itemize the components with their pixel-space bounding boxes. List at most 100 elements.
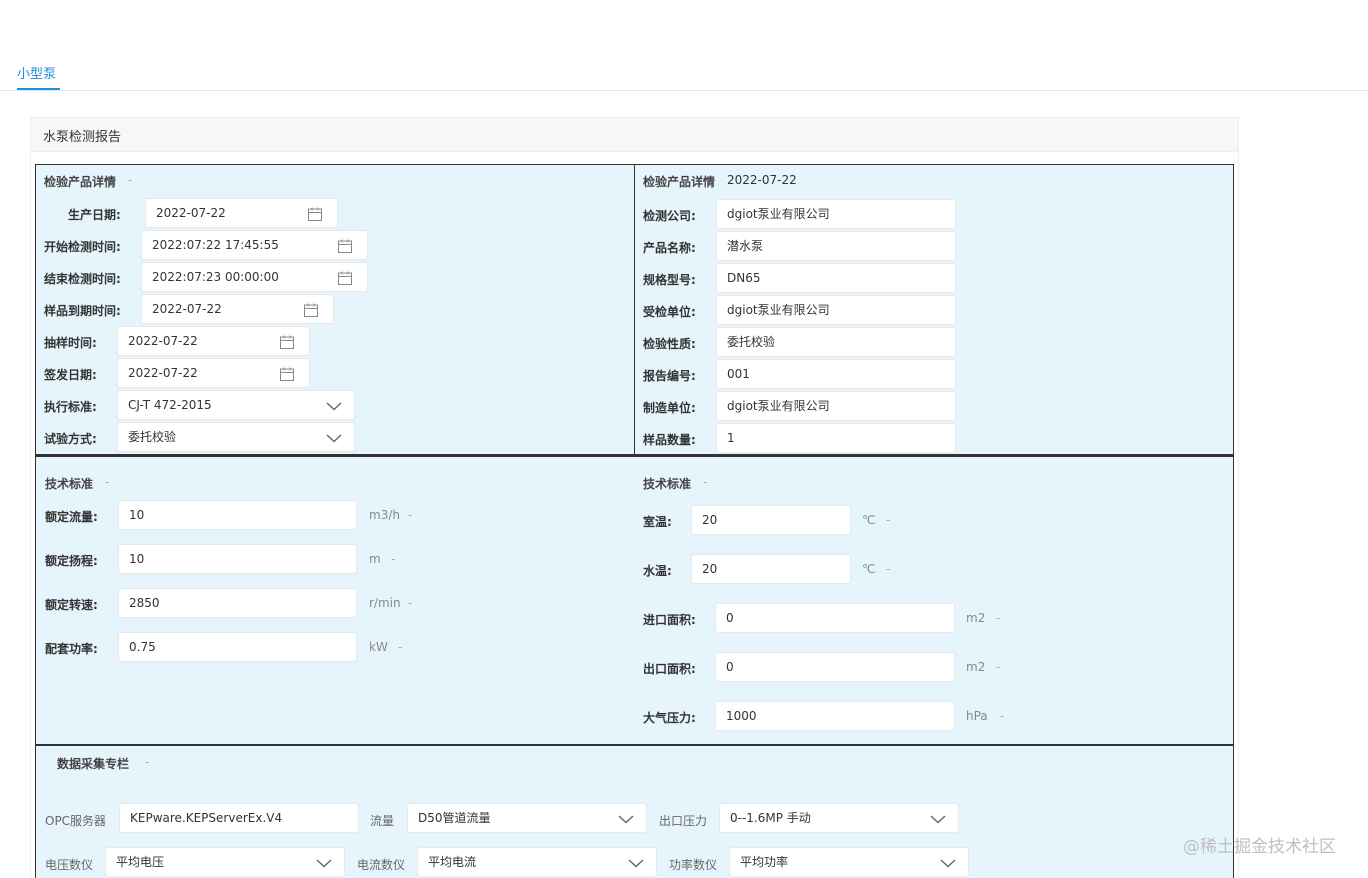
- label-test-company: 检测公司:: [643, 209, 696, 223]
- production-date-picker[interactable]: 2022-07-22: [145, 198, 338, 228]
- unit-dash: -: [996, 660, 1001, 674]
- rated-speed-input[interactable]: 2850: [118, 588, 357, 618]
- label-atmospheric-pressure: 大气压力:: [643, 711, 696, 725]
- atmospheric-pressure-input[interactable]: 1000: [715, 701, 955, 731]
- issue-date-picker[interactable]: 2022-07-22: [117, 358, 310, 388]
- chevron-down-icon: [628, 859, 644, 868]
- watermark: @稀土掘金技术社区: [1183, 837, 1336, 857]
- section-title-tech-left: 技术标准: [45, 477, 94, 491]
- opc-server-input[interactable]: KEPware.KEPServerEx.V4: [119, 803, 359, 833]
- matched-power-input[interactable]: 0.75: [118, 632, 357, 662]
- flow-value: D50管道流量: [418, 811, 491, 825]
- sample-expiry-value: 2022-07-22: [152, 302, 222, 316]
- end-test-time-picker[interactable]: 2022:07:23 00:00:00: [141, 262, 368, 292]
- tab-divider: [0, 90, 1368, 91]
- calendar-icon[interactable]: [307, 206, 323, 222]
- label-outlet-pressure: 出口压力: [659, 814, 708, 828]
- label-room-temp: 室温:: [643, 515, 672, 529]
- chevron-down-icon: [326, 402, 342, 411]
- production-date-value: 2022-07-22: [156, 206, 226, 220]
- chevron-down-icon: [930, 815, 946, 824]
- unit-dash: -: [996, 611, 1001, 625]
- sampling-time-value: 2022-07-22: [128, 334, 198, 348]
- outlet-pressure-value: 0--1.6MP 手动: [730, 811, 811, 825]
- outlet-pressure-select[interactable]: 0--1.6MP 手动: [719, 803, 959, 833]
- exec-standard-select[interactable]: CJ-T 472-2015: [117, 390, 355, 420]
- unit-water-temp: ℃: [862, 562, 876, 576]
- water-temp-input[interactable]: 20: [691, 554, 851, 584]
- label-inspection-nature: 检验性质:: [643, 337, 696, 351]
- label-rated-flow: 额定流量:: [45, 510, 98, 524]
- unit-dash: -: [408, 596, 413, 610]
- card-header: [31, 118, 1238, 152]
- power-meter-select[interactable]: 平均功率: [729, 847, 969, 877]
- room-temp-input[interactable]: 20: [691, 505, 851, 535]
- inspected-unit-input[interactable]: dgiot泵业有限公司: [716, 295, 956, 325]
- unit-head: m: [369, 552, 381, 566]
- current-select[interactable]: 平均电流: [417, 847, 657, 877]
- chevron-down-icon: [326, 434, 342, 443]
- label-flow: 流量: [370, 814, 395, 828]
- manufacturer-input[interactable]: dgiot泵业有限公司: [716, 391, 956, 421]
- label-model: 规格型号:: [643, 273, 696, 287]
- unit-inlet-area: m2: [966, 611, 986, 625]
- section-title-data-collection: 数据采集专栏: [57, 757, 130, 771]
- label-rated-speed: 额定转速:: [45, 598, 98, 612]
- voltage-select[interactable]: 平均电压: [105, 847, 345, 877]
- label-matched-power: 配套功率:: [45, 642, 98, 656]
- unit-speed: r/min: [369, 596, 401, 610]
- tab-small-pump[interactable]: 小型泵: [17, 63, 56, 82]
- test-method-select[interactable]: 委托校验: [117, 422, 355, 452]
- section-title-product-right: 检验产品详情: [643, 175, 716, 189]
- chevron-down-icon: [618, 815, 634, 824]
- chevron-down-icon: [940, 859, 956, 868]
- test-company-input[interactable]: dgiot泵业有限公司: [716, 199, 956, 229]
- label-manufacturer: 制造单位:: [643, 401, 696, 415]
- unit-dash: -: [408, 508, 413, 522]
- exec-standard-value: CJ-T 472-2015: [128, 398, 212, 412]
- section-dash: -: [145, 755, 150, 769]
- sample-expiry-picker[interactable]: 2022-07-22: [141, 294, 334, 324]
- label-opc-server: OPC服务器: [45, 814, 107, 828]
- inspection-nature-input[interactable]: 委托校验: [716, 327, 956, 357]
- card-title: 水泵检测报告: [43, 130, 122, 145]
- unit-power: kW: [369, 640, 388, 654]
- flow-select[interactable]: D50管道流量: [407, 803, 647, 833]
- section-title-product-left: 检验产品详情: [44, 175, 117, 189]
- test-method-value: 委托校验: [128, 430, 177, 444]
- label-inspected-unit: 受检单位:: [643, 305, 696, 319]
- label-issue-date: 签发日期:: [44, 368, 97, 382]
- report-number-input[interactable]: 001: [716, 359, 956, 389]
- sampling-time-picker[interactable]: 2022-07-22: [117, 326, 310, 356]
- label-voltage: 电压数仪: [45, 858, 94, 872]
- calendar-icon[interactable]: [279, 334, 295, 350]
- model-input[interactable]: DN65: [716, 263, 956, 293]
- product-name-input[interactable]: 潜水泵: [716, 231, 956, 261]
- unit-outlet-area: m2: [966, 660, 986, 674]
- label-product-name: 产品名称:: [643, 241, 696, 255]
- unit-pressure: hPa: [966, 709, 988, 723]
- label-start-test-time: 开始检测时间:: [44, 240, 121, 254]
- calendar-icon[interactable]: [337, 238, 353, 254]
- start-test-time-value: 2022:07:22 17:45:55: [152, 238, 279, 252]
- calendar-icon[interactable]: [337, 270, 353, 286]
- calendar-icon[interactable]: [303, 302, 319, 318]
- label-outlet-area: 出口面积:: [643, 662, 696, 676]
- label-end-test-time: 结束检测时间:: [44, 272, 121, 286]
- unit-dash: -: [886, 513, 891, 527]
- label-sample-quantity: 样品数量:: [643, 433, 696, 447]
- label-report-number: 报告编号:: [643, 369, 696, 383]
- rated-head-input[interactable]: 10: [118, 544, 357, 574]
- rated-flow-input[interactable]: 10: [118, 500, 357, 530]
- calendar-icon[interactable]: [279, 366, 295, 382]
- inlet-area-input[interactable]: 0: [715, 603, 955, 633]
- section-title-tech-right: 技术标准: [643, 477, 692, 491]
- outlet-area-input[interactable]: 0: [715, 652, 955, 682]
- section-dash: -: [105, 475, 110, 489]
- current-value: 平均电流: [428, 855, 477, 869]
- label-sampling-time: 抽样时间:: [44, 336, 97, 350]
- sample-quantity-input[interactable]: 1: [716, 423, 956, 453]
- unit-dash: -: [391, 552, 396, 566]
- start-test-time-picker[interactable]: 2022:07:22 17:45:55: [141, 230, 368, 260]
- label-sample-expiry: 样品到期时间:: [44, 304, 121, 318]
